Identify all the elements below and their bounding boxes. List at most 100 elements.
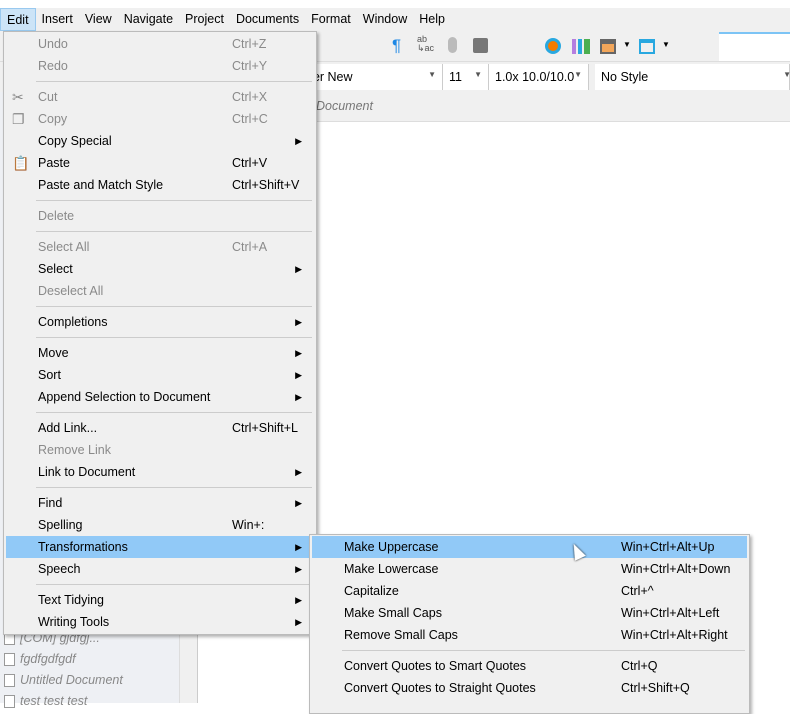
menu-item-remove-small-caps[interactable]: Remove Small Caps Win+Ctrl+Alt+Right bbox=[312, 624, 747, 646]
menu-item-link-to-document[interactable]: Link to Document ▶ bbox=[6, 461, 314, 483]
menu-item-make-uppercase[interactable]: Make Uppercase Win+Ctrl+Alt+Up bbox=[312, 536, 747, 558]
menu-item-shortcut: Win+Ctrl+Alt+Up bbox=[621, 540, 715, 554]
menu-item-label: Select All bbox=[38, 240, 90, 254]
submenu-arrow-icon: ▶ bbox=[295, 617, 302, 627]
spellcheck-icon[interactable]: ab ↳ac bbox=[417, 35, 434, 53]
menu-item-shortcut: Ctrl+Shift+L bbox=[232, 421, 299, 435]
menu-separator bbox=[6, 77, 314, 86]
stats-icon[interactable] bbox=[572, 39, 590, 54]
menu-edit[interactable]: Edit bbox=[0, 8, 36, 31]
menu-item-label: Remove Link bbox=[38, 443, 111, 457]
menu-item-deselect-all[interactable]: Deselect All bbox=[6, 280, 314, 302]
microphone-icon[interactable] bbox=[448, 37, 457, 53]
menu-item-label: Make Uppercase bbox=[344, 540, 439, 554]
menu-item-convert-quotes-to-smart-quotes[interactable]: Convert Quotes to Smart Quotes Ctrl+Q bbox=[312, 655, 747, 677]
menu-separator bbox=[6, 483, 314, 492]
menu-item-make-small-caps[interactable]: Make Small Caps Win+Ctrl+Alt+Left bbox=[312, 602, 747, 624]
submenu-arrow-icon: ▶ bbox=[295, 498, 302, 508]
menu-project[interactable]: Project bbox=[179, 8, 230, 31]
binder-item[interactable]: test test test bbox=[4, 691, 87, 711]
style-select[interactable]: No Style ▼ bbox=[595, 64, 790, 90]
menu-item-shortcut: Ctrl+V bbox=[232, 156, 268, 170]
panel-icon[interactable] bbox=[639, 39, 655, 54]
menu-item-speech[interactable]: Speech ▶ bbox=[6, 558, 314, 580]
menu-item-shortcut: Ctrl+Y bbox=[232, 59, 268, 73]
typewriter-icon[interactable] bbox=[473, 38, 488, 53]
menu-item-paste[interactable]: 📋 Paste Ctrl+V bbox=[6, 152, 314, 174]
transformations-submenu: Make Uppercase Win+Ctrl+Alt+Up Make Lowerc… bbox=[309, 534, 750, 714]
menu-item-undo[interactable]: Undo Ctrl+Z bbox=[6, 33, 314, 55]
binder-item-label: test test test bbox=[20, 694, 88, 708]
edit-menu: Undo Ctrl+Z Redo Ctrl+Y ✂ Cut Ctrl+X ❐ Copy Ctrl+… bbox=[3, 31, 317, 635]
target-icon[interactable] bbox=[545, 38, 561, 54]
menu-window[interactable]: Window bbox=[357, 8, 413, 31]
menu-item-copy[interactable]: ❐ Copy Ctrl+C bbox=[6, 108, 314, 130]
menu-item-select[interactable]: Select ▶ bbox=[6, 258, 314, 280]
menu-item-sort[interactable]: Sort ▶ bbox=[6, 364, 314, 386]
menu-item-remove-link[interactable]: Remove Link bbox=[6, 439, 314, 461]
paste-icon: 📋 bbox=[12, 155, 30, 171]
menu-item-cut[interactable]: ✂ Cut Ctrl+X bbox=[6, 86, 314, 108]
menu-item-append-selection-to-document[interactable]: Append Selection to Document ▶ bbox=[6, 386, 314, 408]
menu-help[interactable]: Help bbox=[413, 8, 451, 31]
menu-bar: Edit Insert View Navigate Project Documents Fo… bbox=[0, 8, 790, 31]
document-icon bbox=[4, 673, 15, 687]
menu-item-shortcut: Win+Ctrl+Alt+Right bbox=[621, 628, 728, 642]
copy-icon: ❐ bbox=[12, 111, 25, 127]
binder-item-label: Untitled Document bbox=[20, 673, 123, 687]
menu-item-label: Transformations bbox=[38, 540, 128, 554]
menu-item-label: Redo bbox=[38, 59, 68, 73]
menu-insert[interactable]: Insert bbox=[36, 8, 79, 31]
menu-item-label: Deselect All bbox=[38, 284, 104, 298]
binder-item[interactable]: Untitled Document bbox=[4, 670, 123, 690]
submenu-arrow-icon: ▶ bbox=[295, 348, 302, 358]
menu-item-transformations[interactable]: Transformations ▶ bbox=[6, 536, 314, 558]
menu-item-copy-special[interactable]: Copy Special ▶ bbox=[6, 130, 314, 152]
menu-item-paste-and-match-style[interactable]: Paste and Match Style Ctrl+Shift+V bbox=[6, 174, 314, 196]
menu-item-label: Remove Small Caps bbox=[344, 628, 458, 642]
menu-documents[interactable]: Documents bbox=[230, 8, 305, 31]
menu-item-find[interactable]: Find ▶ bbox=[6, 492, 314, 514]
font-size-select[interactable]: 11 ▼ bbox=[443, 64, 489, 90]
menu-item-label: Select bbox=[38, 262, 73, 276]
menu-separator bbox=[6, 333, 314, 342]
menu-item-delete[interactable]: Delete bbox=[6, 205, 314, 227]
menu-item-spelling[interactable]: Spelling Win+: bbox=[6, 514, 314, 536]
menu-separator bbox=[6, 408, 314, 417]
menu-item-label: Make Small Caps bbox=[344, 606, 442, 620]
menu-view[interactable]: View bbox=[79, 8, 118, 31]
chevron-down-icon: ▼ bbox=[474, 70, 482, 79]
menu-format[interactable]: Format bbox=[305, 8, 357, 31]
font-select[interactable]: rier New ▼ bbox=[300, 64, 443, 90]
menu-item-label: Speech bbox=[38, 562, 81, 576]
menu-navigate[interactable]: Navigate bbox=[118, 8, 179, 31]
menu-item-redo[interactable]: Redo Ctrl+Y bbox=[6, 55, 314, 77]
dropdown-arrow-icon[interactable]: ▼ bbox=[623, 40, 631, 49]
line-spacing-value: 1.0x 10.0/10.0 bbox=[495, 70, 575, 84]
menu-item-shortcut: Ctrl+Shift+Q bbox=[621, 681, 690, 695]
menu-item-make-lowercase[interactable]: Make Lowercase Win+Ctrl+Alt+Down bbox=[312, 558, 747, 580]
menu-item-text-tidying[interactable]: Text Tidying ▶ bbox=[6, 589, 314, 611]
layout-icon[interactable] bbox=[600, 39, 616, 54]
menu-item-add-link[interactable]: Add Link... Ctrl+Shift+L bbox=[6, 417, 314, 439]
menu-item-convert-quotes-to-straight-quotes[interactable]: Convert Quotes to Straight Quotes Ctrl+Sh… bbox=[312, 677, 747, 699]
menu-item-completions[interactable]: Completions ▶ bbox=[6, 311, 314, 333]
menu-item-shortcut: Ctrl+X bbox=[232, 90, 268, 104]
menu-item-shortcut: Ctrl+Q bbox=[621, 659, 658, 673]
menu-item-writing-tools[interactable]: Writing Tools ▶ bbox=[6, 611, 314, 633]
menu-item-label: Writing Tools bbox=[38, 615, 110, 629]
menu-item-shortcut: Ctrl+Shift+V bbox=[232, 178, 300, 192]
submenu-arrow-icon: ▶ bbox=[295, 467, 302, 477]
submenu-arrow-icon: ▶ bbox=[295, 264, 302, 274]
menu-item-select-all[interactable]: Select All Ctrl+A bbox=[6, 236, 314, 258]
chevron-down-icon: ▼ bbox=[574, 70, 582, 79]
menu-item-shortcut: Ctrl+A bbox=[232, 240, 268, 254]
pilcrow-icon[interactable]: ¶ bbox=[392, 36, 401, 56]
menu-item-capitalize[interactable]: Capitalize Ctrl+^ bbox=[312, 580, 747, 602]
menu-item-move[interactable]: Move ▶ bbox=[6, 342, 314, 364]
dropdown-arrow-icon[interactable]: ▼ bbox=[662, 40, 670, 49]
binder-item[interactable]: fgdfgdfgdf bbox=[4, 649, 76, 669]
submenu-arrow-icon: ▶ bbox=[295, 392, 302, 402]
line-spacing-select[interactable]: 1.0x 10.0/10.0 ▼ bbox=[489, 64, 589, 90]
search-input[interactable] bbox=[719, 32, 790, 61]
